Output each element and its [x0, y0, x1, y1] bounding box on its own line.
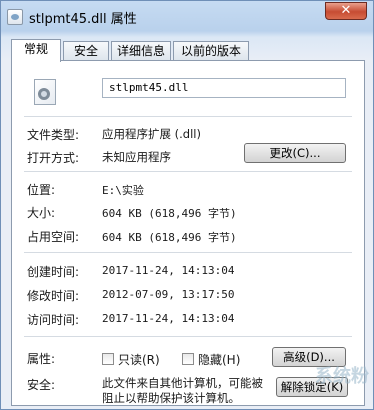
change-button[interactable]: 更改(C)... [244, 143, 346, 163]
size-on-disk-label: 占用空间: [27, 230, 80, 244]
close-icon: ✕ [340, 3, 352, 18]
advanced-button[interactable]: 高级(D)... [272, 347, 346, 367]
accessed-value: 2017-11-24, 14:13:04 [102, 312, 235, 325]
dll-file-icon [34, 79, 56, 105]
tab-details[interactable]: 详细信息 [111, 41, 171, 61]
security-message: 此文件来自其他计算机，可能被阻止以帮助保护该计算机。 [102, 376, 263, 405]
tab-strip: 常规 安全 详细信息 以前的版本 [11, 39, 365, 62]
created-label: 创建时间: [27, 265, 80, 279]
modified-label: 修改时间: [27, 289, 80, 303]
file-icon [7, 9, 23, 25]
close-button[interactable]: ✕ [325, 2, 367, 20]
gear-icon [38, 88, 50, 100]
readonly-checkbox-label: 只读(R) [118, 353, 160, 367]
readonly-checkbox-box[interactable] [102, 353, 114, 365]
divider [24, 336, 352, 337]
unblock-button[interactable]: 解除锁定(K) [276, 377, 348, 397]
opens-with-value: 未知应用程序 [102, 150, 171, 164]
tab-previous-versions[interactable]: 以前的版本 [173, 41, 249, 61]
window-title: stlpmt45.dll 属性 [29, 12, 137, 27]
divider [24, 116, 352, 117]
security-label: 安全: [27, 378, 56, 392]
properties-window: stlpmt45.dll 属性 ✕ 常规 安全 详细信息 以前的版本 stlpm… [0, 0, 374, 410]
size-label: 大小: [27, 206, 56, 220]
hidden-checkbox-label: 隐藏(H) [198, 353, 241, 367]
divider [24, 252, 352, 253]
location-value: E:\实验 [102, 184, 144, 197]
general-tab-panel: stlpmt45.dll 文件类型: 应用程序扩展 (.dll) 打开方式: 未… [11, 60, 365, 406]
divider [24, 171, 352, 172]
title-bar: stlpmt45.dll 属性 ✕ [1, 1, 373, 33]
attributes-label: 属性: [27, 352, 56, 366]
size-on-disk-value: 604 KB (618,496 字节) [102, 231, 237, 244]
opens-with-label: 打开方式: [27, 151, 80, 165]
modified-value: 2012-07-09, 13:17:50 [102, 288, 235, 301]
file-name-field[interactable]: stlpmt45.dll [102, 78, 346, 98]
created-value: 2017-11-24, 14:13:04 [102, 264, 235, 277]
accessed-label: 访问时间: [27, 313, 80, 327]
file-type-value: 应用程序扩展 (.dll) [102, 127, 201, 141]
file-type-label: 文件类型: [27, 128, 80, 142]
location-label: 位置: [27, 183, 56, 197]
hidden-checkbox-box[interactable] [182, 353, 194, 365]
tab-general[interactable]: 常规 [11, 39, 61, 62]
tab-security[interactable]: 安全 [63, 41, 109, 61]
size-value: 604 KB (618,496 字节) [102, 207, 237, 220]
